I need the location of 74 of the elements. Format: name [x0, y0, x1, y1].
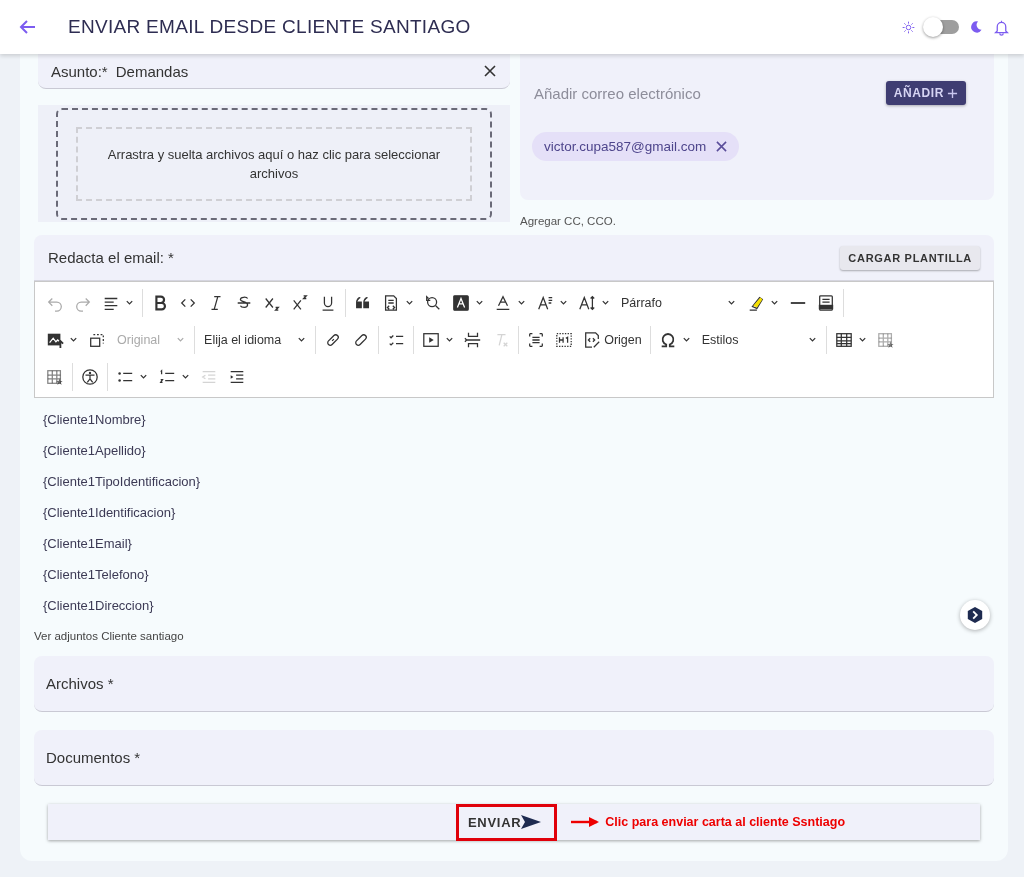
dark-mode-toggle[interactable]: [925, 20, 959, 34]
caret-icon[interactable]: [517, 298, 526, 307]
source-code-icon[interactable]: [583, 330, 602, 349]
html-embed-icon[interactable]: [817, 293, 835, 312]
caret-icon[interactable]: [445, 335, 455, 344]
send-button[interactable]: ENVIAR: [460, 810, 550, 834]
caret-icon[interactable]: [681, 335, 691, 344]
chevron-hexagon-icon: [966, 606, 984, 624]
field-label: Archivos *: [46, 675, 114, 692]
caret-icon[interactable]: [139, 372, 148, 381]
source-button[interactable]: Origen: [604, 332, 642, 347]
placeholder-variable: {Cliente1Telefono}: [43, 566, 149, 584]
chip-label: victor.cupa587@gmail.com: [544, 139, 707, 154]
dropzone[interactable]: Arrastra y suelta archivos aquí o haz clic para seleccionar archivos: [56, 107, 492, 220]
moon-icon[interactable]: [969, 20, 983, 34]
background-color-icon[interactable]: [452, 293, 470, 312]
font-color-icon[interactable]: [494, 293, 512, 312]
caret-icon[interactable]: [181, 372, 190, 381]
subject-label: Asunto:*: [51, 62, 108, 80]
dropdown-select[interactable]: Elija el idioma: [204, 332, 282, 347]
caret-icon[interactable]: [807, 335, 817, 344]
dropdown-select[interactable]: Párrafo: [621, 295, 662, 310]
caret-icon[interactable]: [601, 298, 610, 307]
annotation-text: Clic para enviar carta al cliente Ssntiago: [605, 815, 845, 829]
caret-icon[interactable]: [297, 335, 307, 344]
heading-icon[interactable]: [555, 330, 574, 349]
caret-icon[interactable]: [475, 298, 484, 307]
page-title: ENVIAR EMAIL DESDE CLIENTE SANTIAGO: [68, 16, 471, 38]
dropzone-text: Arrastra y suelta archivos aquí o haz clic para seleccionar archivos: [106, 145, 442, 183]
caret-icon[interactable]: [770, 298, 779, 307]
field-label: Documentos *: [46, 749, 141, 766]
email-input-field[interactable]: Añadir correo electrónico: [532, 83, 886, 103]
media-icon[interactable]: [422, 330, 441, 349]
cell-properties-icon[interactable]: [876, 330, 895, 349]
document-code-icon[interactable]: [382, 293, 400, 312]
page-break-icon[interactable]: [464, 330, 483, 349]
remove-icon[interactable]: [716, 141, 728, 152]
editor-content[interactable]: {Cliente1Nombre} {Cliente1Apellido} {Cliente1TipoIdentificacion} {Cliente1Identificacion} {Cliente1Email} {Cliente1Telefono} {Cliente1Direccion}: [34, 398, 994, 630]
send-icon: [521, 815, 542, 829]
attachments-link[interactable]: Ver adjuntos Cliente santiago: [34, 630, 994, 656]
assistant-button[interactable]: [960, 600, 990, 630]
table-properties-icon[interactable]: [46, 367, 64, 386]
show-blocks-icon[interactable]: [527, 330, 546, 349]
caret-icon[interactable]: [857, 335, 867, 344]
table-icon[interactable]: [834, 330, 853, 349]
select-field[interactable]: Archivos *: [34, 656, 994, 712]
superscript-icon[interactable]: [291, 293, 309, 312]
bell-icon[interactable]: [993, 18, 1010, 36]
caret-icon[interactable]: [125, 298, 134, 307]
caret-icon[interactable]: [69, 335, 78, 344]
line-height-icon[interactable]: [578, 293, 596, 312]
caret-icon[interactable]: [559, 298, 568, 307]
accessibility-icon[interactable]: [81, 367, 99, 386]
plus-icon: [947, 87, 958, 99]
editor-label: Redacta el email: *: [48, 249, 174, 266]
find-replace-icon[interactable]: [424, 293, 442, 312]
add-button[interactable]: AÑADIR: [885, 81, 966, 105]
caret-icon[interactable]: [727, 298, 736, 307]
caret-icon[interactable]: [405, 298, 414, 307]
subject-field[interactable]: Asunto:* Demandas: [38, 54, 510, 89]
sun-icon[interactable]: [902, 20, 915, 34]
numbered-list-icon[interactable]: [158, 367, 176, 386]
load-template-button[interactable]: CARGAR PLANTILLA: [840, 245, 980, 270]
subject-value: Demandas: [115, 62, 189, 80]
placeholder-variable: {Cliente1Apellido}: [43, 442, 146, 460]
dropdown-select[interactable]: Estilos: [701, 332, 739, 347]
placeholder-variable: {Cliente1Email}: [43, 535, 132, 553]
select-field[interactable]: Documentos *: [34, 730, 994, 786]
placeholder-variable: {Cliente1Direccion}: [43, 597, 154, 615]
cc-link[interactable]: Agregar CC, CCO.: [520, 215, 994, 227]
placeholder-variable: {Cliente1Nombre}: [43, 411, 146, 429]
placeholder-variable: {Cliente1Identificacion}: [43, 504, 176, 522]
close-icon[interactable]: [484, 65, 496, 77]
placeholder-variable: {Cliente1TipoIdentificacion}: [43, 473, 201, 491]
